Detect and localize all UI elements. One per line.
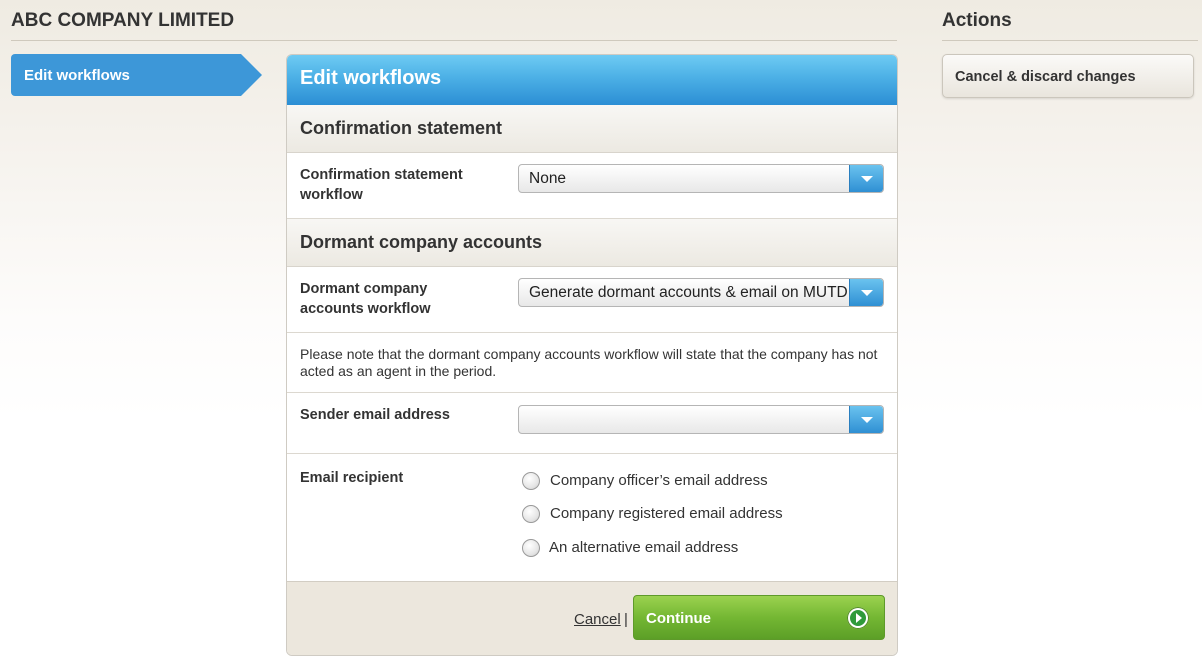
sidebar-nav: Edit workflows	[11, 54, 262, 96]
confirmation-workflow-row: Confirmation statement workflow None	[287, 153, 897, 219]
panel-footer: Cancel | Continue	[287, 581, 897, 655]
radio-label-officer-email[interactable]: Company officer’s email address	[550, 472, 768, 489]
sender-email-select[interactable]	[518, 405, 884, 434]
email-recipient-label: Email recipient	[300, 470, 404, 486]
actions-divider	[942, 40, 1198, 41]
actions-title: Actions	[942, 10, 1012, 31]
dropdown-arrow-icon[interactable]	[849, 165, 883, 192]
dropdown-arrow-icon[interactable]	[849, 406, 883, 433]
email-recipient-row: Email recipient Company officer’s email …	[287, 454, 897, 584]
confirmation-workflow-label: Confirmation statement workflow	[300, 167, 463, 203]
dormant-workflow-row: Dormant company accounts workflow Genera…	[287, 267, 897, 333]
dormant-workflow-label: Dormant company accounts workflow	[300, 281, 431, 317]
radio-label-alternative-email[interactable]: An alternative email address	[549, 539, 738, 556]
sender-email-row: Sender email address	[287, 393, 897, 454]
radio-label-registered-email[interactable]: Company registered email address	[550, 505, 783, 522]
continue-arrow-icon	[847, 607, 869, 629]
footer-separator: |	[624, 611, 628, 628]
cancel-discard-button[interactable]: Cancel & discard changes	[942, 54, 1194, 98]
sidebar-item-edit-workflows[interactable]: Edit workflows	[11, 54, 262, 96]
title-divider	[11, 40, 897, 41]
continue-button[interactable]: Continue	[633, 595, 885, 640]
dormant-section-heading: Dormant company accounts	[287, 219, 897, 267]
edit-workflows-panel: Edit workflows Confirmation statement Co…	[286, 54, 898, 656]
cancel-link[interactable]: Cancel	[574, 611, 621, 628]
radio-button[interactable]	[522, 472, 540, 490]
panel-title: Edit workflows	[287, 55, 897, 105]
dropdown-arrow-icon[interactable]	[849, 279, 883, 306]
radio-button[interactable]	[522, 539, 540, 557]
confirmation-section-heading: Confirmation statement	[287, 105, 897, 153]
dormant-workflow-note: Please note that the dormant company acc…	[287, 333, 897, 393]
company-title: ABC COMPANY LIMITED	[11, 10, 235, 31]
dormant-workflow-select[interactable]: Generate dormant accounts & email on MUT…	[518, 278, 884, 307]
confirmation-workflow-value: None	[529, 170, 567, 187]
continue-button-label: Continue	[646, 610, 711, 627]
confirmation-workflow-select[interactable]: None	[518, 164, 884, 193]
radio-button[interactable]	[522, 505, 540, 523]
dormant-workflow-value: Generate dormant accounts & email on MUT…	[529, 284, 851, 301]
sender-email-label: Sender email address	[300, 407, 450, 423]
